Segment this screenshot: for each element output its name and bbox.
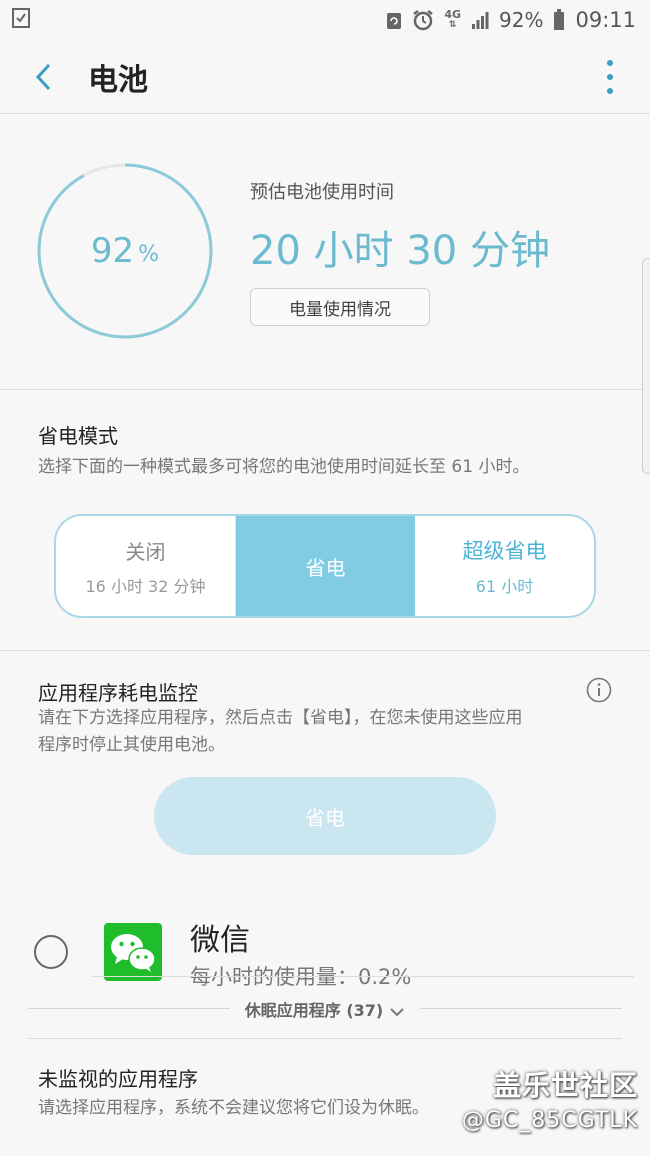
battery-overview: 92 % 预估电池使用时间 20 小时 30 分钟 电量使用情况 (0, 114, 650, 390)
task-check-icon (12, 7, 30, 28)
sleeping-apps-toggle[interactable]: 休眠应用程序 (37) (0, 989, 650, 1029)
divider (92, 976, 634, 977)
battery-usage-button[interactable]: 电量使用情况 (250, 288, 430, 326)
battery-level-unit: % (138, 241, 160, 267)
clock: 09:11 (575, 8, 636, 32)
mode-ultra-saving-option[interactable]: 超级省电 61 小时 (415, 516, 594, 616)
chevron-down-icon (389, 1002, 405, 1021)
more-options-icon[interactable] (600, 60, 620, 94)
app-select-radio[interactable] (34, 935, 68, 969)
alarm-icon (412, 9, 434, 31)
mode-off-option[interactable]: 关闭 16 小时 32 分钟 (56, 516, 236, 616)
app-monitor-description-line1: 请在下方选择应用程序，然后点击【省电】，在您未使用这些应用 (38, 708, 523, 728)
power-saving-section: 省电模式 选择下面的一种模式最多可将您的电池使用时间延长至 61 小时。 关闭 … (0, 390, 650, 651)
app-list-item[interactable]: 微信 每小时的使用量：0.2% (0, 879, 650, 989)
watermark-user: @GC_85CGTLK (461, 1108, 638, 1133)
network-4g-icon: 4G ⇅ (444, 8, 462, 30)
battery-level-number: 92 (90, 231, 135, 271)
info-icon[interactable] (586, 677, 612, 703)
sleeping-apps-label: 休眠应用程序 (37) (0, 997, 650, 1021)
unmonitored-apps-title[interactable]: 未监视的应用程序 (38, 1063, 198, 1092)
signal-icon (471, 10, 489, 30)
back-button[interactable] (0, 40, 88, 114)
battery-percent-text: 92% (499, 8, 544, 32)
watermark: 盖乐世社区 @GC_85CGTLK (462, 1064, 638, 1133)
wechat-icon (104, 923, 162, 981)
estimate-label: 预估电池使用时间 (250, 182, 394, 203)
power-saving-title: 省电模式 (38, 424, 118, 448)
app-monitor-description-line2: 程序时停止其使用电池。 (38, 735, 225, 755)
power-mode-selector: 关闭 16 小时 32 分钟 省电 超级省电 61 小时 (54, 514, 596, 618)
battery-level-label: 92 % (36, 162, 214, 340)
unmonitored-apps-description: 请选择应用程序，系统不会建议您将它们设为休眠。 (38, 1098, 429, 1118)
status-bar: 4G ⇅ 92% 09:11 (0, 0, 650, 40)
page-title: 电池 (88, 62, 148, 98)
app-monitor-title: 应用程序耗电监控 (38, 681, 198, 705)
battery-icon (553, 9, 565, 31)
save-power-button[interactable]: 省电 (154, 777, 496, 855)
divider (28, 1038, 622, 1039)
mode-power-saving-option[interactable]: 省电 (236, 516, 415, 616)
app-name: 微信 (190, 923, 250, 958)
power-saving-description: 选择下面的一种模式最多可将您的电池使用时间延长至 61 小时。 (38, 457, 530, 477)
chevron-left-icon (35, 63, 51, 90)
sync-icon (386, 10, 402, 30)
watermark-title: 盖乐世社区 (492, 1069, 638, 1102)
estimate-value: 20 小时 30 分钟 (250, 228, 550, 274)
app-bar: 电池 (0, 40, 650, 114)
